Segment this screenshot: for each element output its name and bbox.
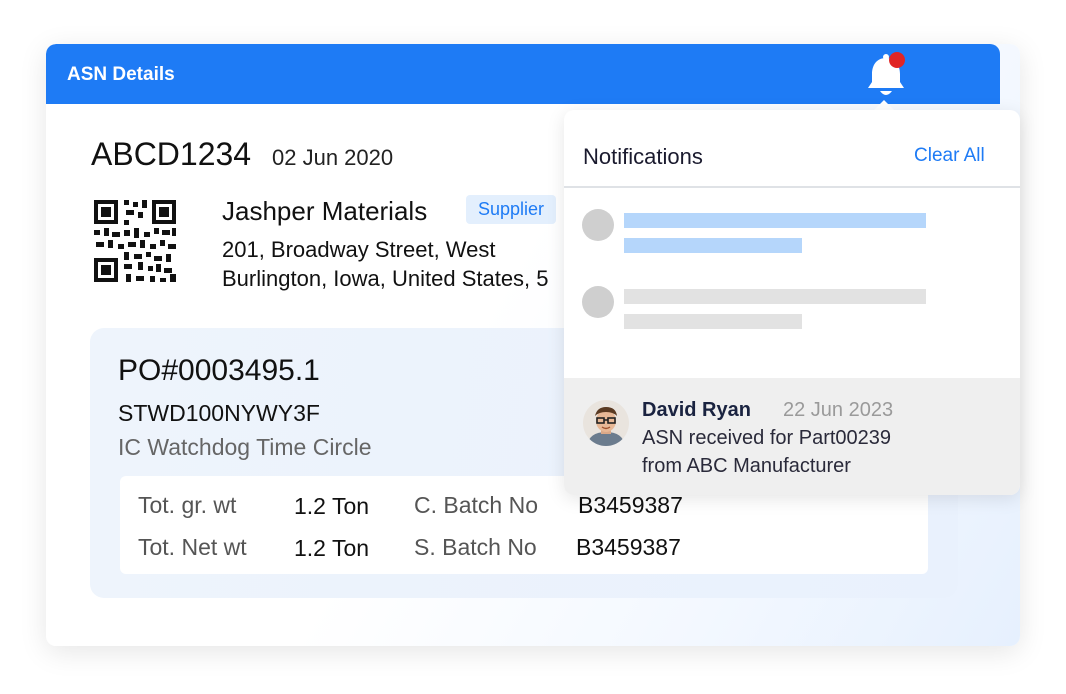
skeleton-line xyxy=(624,213,926,228)
c-batch-value: B3459387 xyxy=(578,492,683,518)
asn-id: ABCD1234 xyxy=(91,136,252,172)
gross-weight-label: Tot. gr. wt xyxy=(138,492,237,518)
notification-date: 22 Jun 2023 xyxy=(783,399,894,421)
clear-all-button[interactable]: Clear All xyxy=(914,145,985,167)
skeleton-avatar xyxy=(582,286,614,318)
gross-weight-value: 1.2 Ton xyxy=(294,493,370,519)
supplier-name: Jashper Materials xyxy=(222,196,428,226)
avatar xyxy=(583,400,629,446)
s-batch-label: S. Batch No xyxy=(414,534,537,560)
notifications-title: Notifications xyxy=(583,144,703,169)
net-weight-value: 1.2 Ton xyxy=(294,535,370,561)
skeleton-line xyxy=(624,238,802,253)
notification-badge xyxy=(889,52,905,68)
notification-message-line2: from ABC Manufacturer xyxy=(642,455,851,477)
page-title: ASN Details xyxy=(67,64,175,85)
header-bar: ASN Details xyxy=(46,44,1000,104)
c-batch-label: C. Batch No xyxy=(414,492,538,518)
notification-sender: David Ryan xyxy=(642,399,751,421)
skeleton-avatar xyxy=(582,209,614,241)
asn-date: 02 Jun 2020 xyxy=(272,145,394,170)
po-description: IC Watchdog Time Circle xyxy=(118,434,372,460)
po-number: PO#0003495.1 xyxy=(118,354,320,387)
supplier-address-line1: 201, Broadway Street, West xyxy=(222,237,496,262)
net-weight-label: Tot. Net wt xyxy=(138,534,247,560)
qr-code-icon xyxy=(92,198,178,284)
po-code: STWD100NYWY3F xyxy=(118,400,320,426)
s-batch-value: B3459387 xyxy=(576,534,681,560)
skeleton-line xyxy=(624,314,802,329)
divider xyxy=(564,186,1020,188)
notification-item[interactable]: David Ryan 22 Jun 2023 ASN received for … xyxy=(564,378,1020,495)
skeleton-line xyxy=(624,289,926,304)
notification-panel: Notifications Clear All David Ryan 22 Ju… xyxy=(564,110,1020,495)
notification-message-line1: ASN received for Part00239 xyxy=(642,427,892,449)
supplier-address-line2: Burlington, Iowa, United States, 5 xyxy=(222,266,549,291)
supplier-badge: Supplier xyxy=(466,195,557,224)
